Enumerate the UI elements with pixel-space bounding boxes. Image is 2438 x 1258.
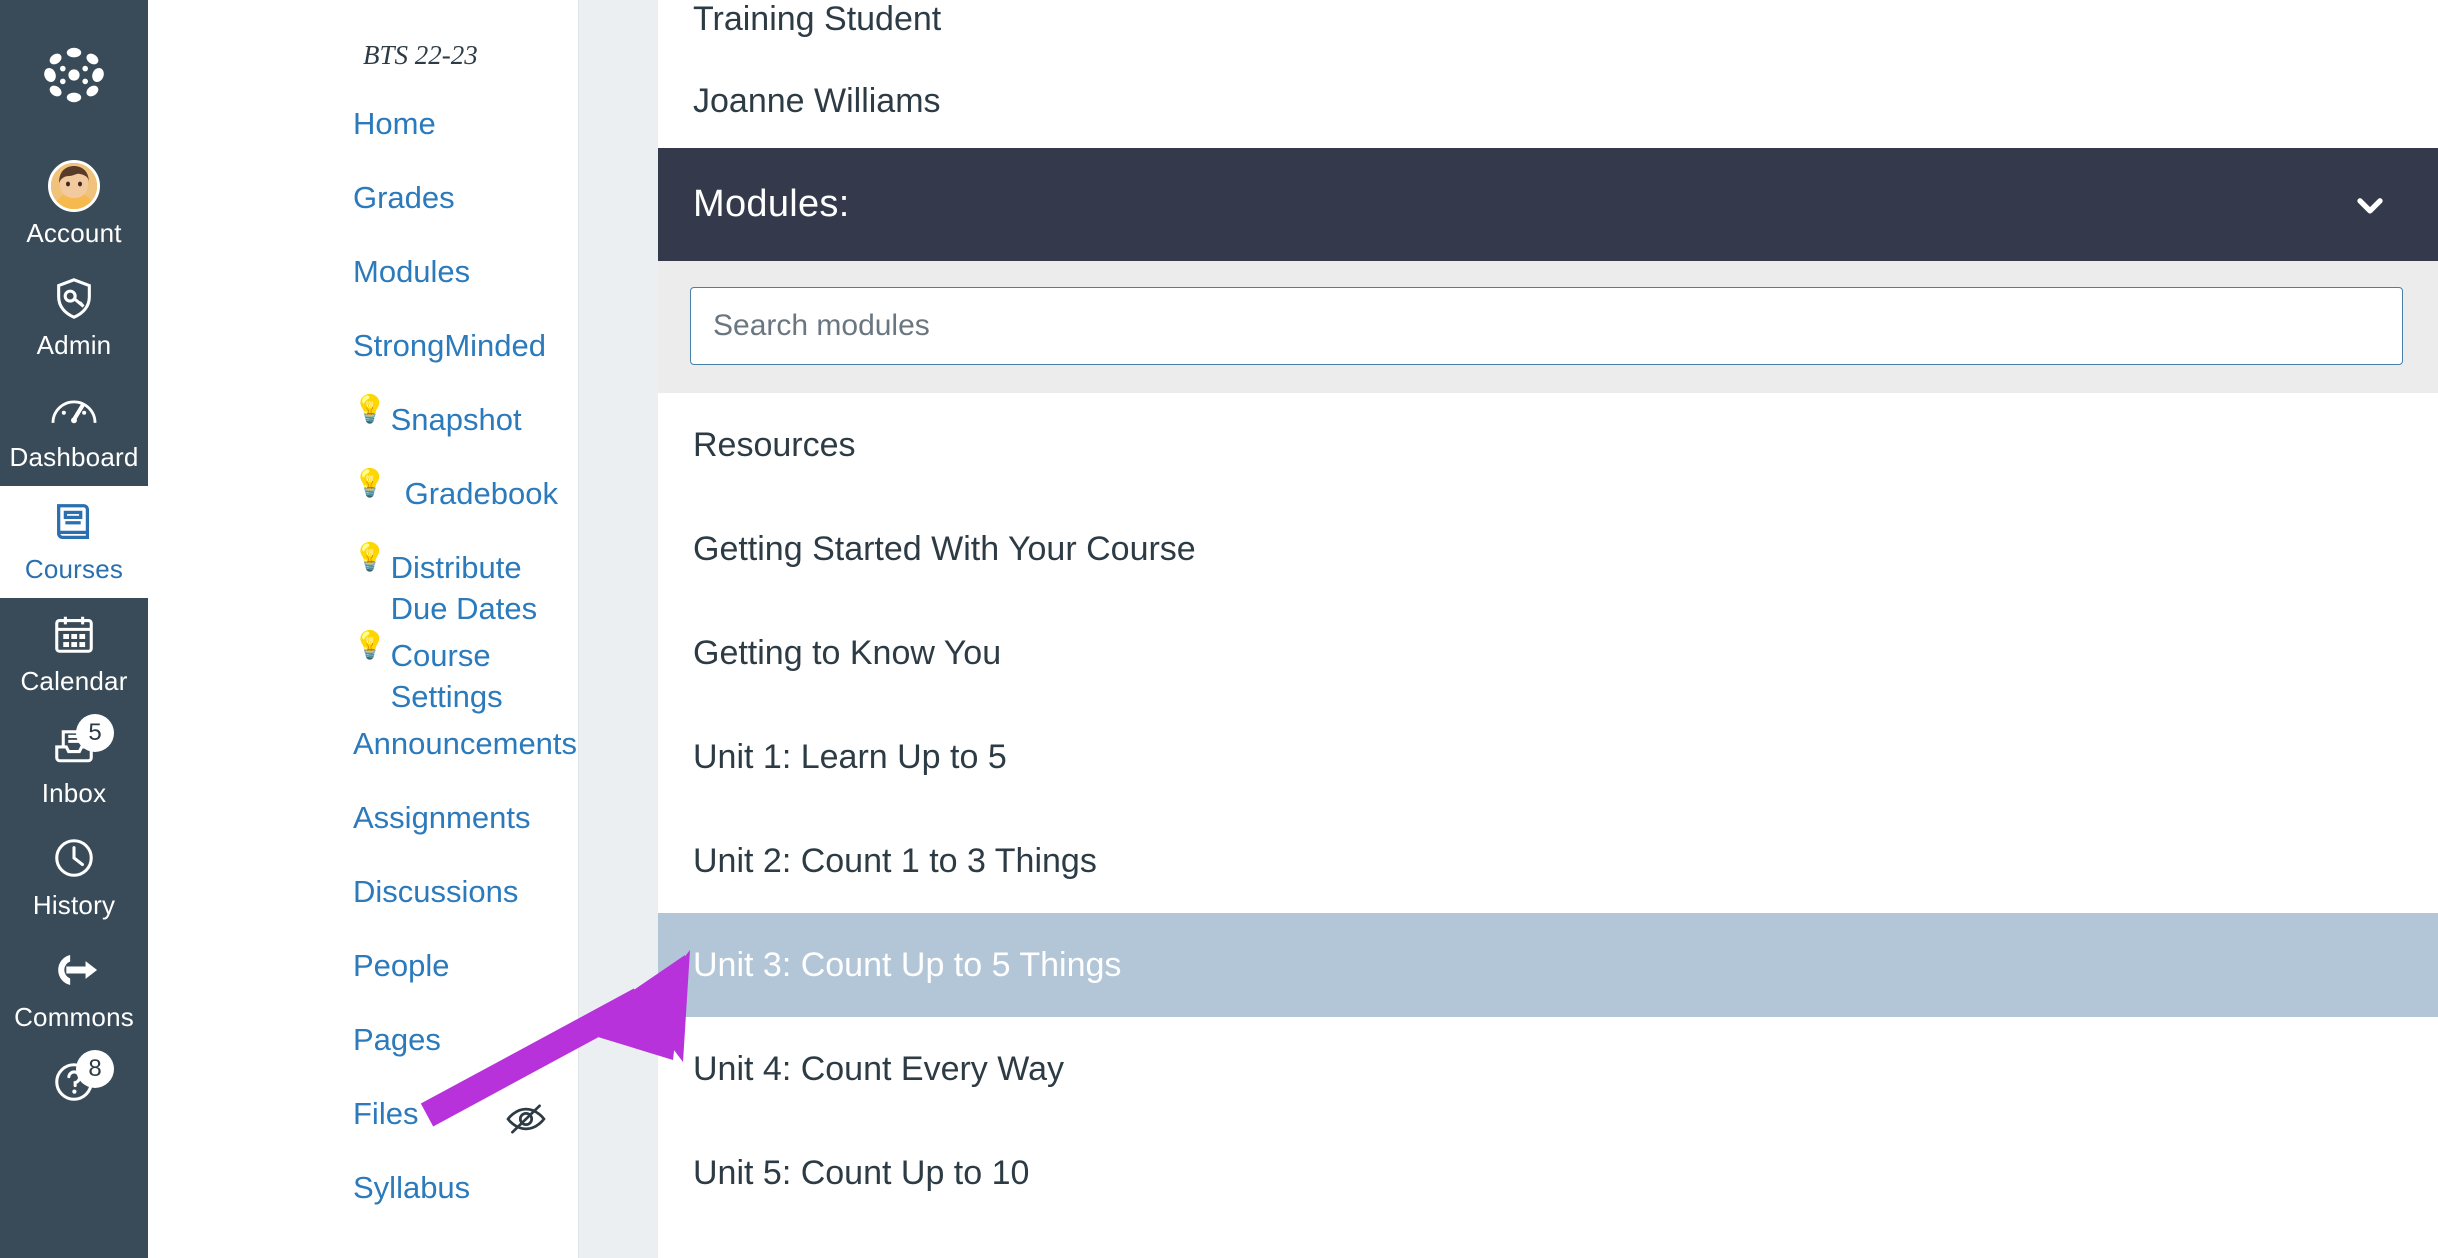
course-nav-link[interactable]: People xyxy=(353,939,548,986)
course-nav-link[interactable]: Syllabus xyxy=(353,1161,548,1208)
module-label: Getting Started With Your Course xyxy=(693,529,1196,568)
course-nav-item-gradebook[interactable]: 💡 Gradebook xyxy=(148,467,578,541)
calendar-icon xyxy=(48,608,100,660)
lightbulb-icon: 💡 xyxy=(353,542,387,572)
global-nav-item-dashboard[interactable]: Dashboard xyxy=(0,374,148,486)
course-nav-item-course-settings[interactable]: 💡 Course Settings xyxy=(148,629,578,717)
course-nav-item-discussions[interactable]: Discussions xyxy=(148,865,578,939)
module-row[interactable]: Getting Started With Your Course xyxy=(658,497,2438,601)
global-nav-label: Dashboard xyxy=(9,442,139,472)
course-nav-item-people[interactable]: People xyxy=(148,939,578,1013)
course-title: BTS 22-23 xyxy=(363,40,478,70)
course-nav-list: Home Grades Modules StrongMinded 💡 Snapshot 💡 G… xyxy=(148,97,578,1235)
course-nav-item-pages[interactable]: Pages xyxy=(148,1013,578,1087)
course-nav-link[interactable]: Pages xyxy=(353,1013,548,1060)
course-nav-link[interactable]: Announcements xyxy=(353,717,577,764)
list-item[interactable]: Training Student xyxy=(658,0,2438,55)
course-nav-link[interactable]: Snapshot xyxy=(391,393,548,440)
module-label: Resources xyxy=(693,425,856,464)
global-nav-item-admin[interactable]: Admin xyxy=(0,262,148,374)
course-nav-link[interactable]: Assignments xyxy=(353,791,548,838)
module-row[interactable]: Unit 4: Count Every Way xyxy=(658,1017,2438,1121)
global-nav-label: Account xyxy=(26,218,122,248)
course-nav-link[interactable]: Home xyxy=(353,97,548,144)
shield-key-icon xyxy=(48,272,100,324)
dashboard-gauge-icon xyxy=(48,384,100,436)
global-nav-item-account[interactable]: Account xyxy=(0,150,148,262)
course-nav-item-assignments[interactable]: Assignments xyxy=(148,791,578,865)
course-nav-link[interactable]: Modules xyxy=(353,245,548,292)
inbox-tray-icon: 5 xyxy=(48,714,114,772)
global-nav-item-calendar[interactable]: Calendar xyxy=(0,598,148,710)
course-navigation: BTS 22-23 Home Grades Modules StrongMinded 💡… xyxy=(148,0,578,1258)
course-nav-link[interactable]: Distribute Due Dates xyxy=(391,541,548,629)
canvas-lms-page: Account Admin Dashboard Courses Calendar… xyxy=(0,0,2438,1258)
module-row[interactable]: Unit 5: Count Up to 10 xyxy=(658,1121,2438,1225)
module-row[interactable]: Getting to Know You xyxy=(658,601,2438,705)
course-nav-item-snapshot[interactable]: 💡 Snapshot xyxy=(148,393,578,467)
chevron-down-icon[interactable] xyxy=(2350,185,2390,225)
course-nav-item-grades[interactable]: Grades xyxy=(148,171,578,245)
people-list: Training Student Joanne Williams xyxy=(658,0,2438,148)
module-row-selected[interactable]: Unit 3: Count Up to 5 Things xyxy=(658,913,2438,1017)
module-search-band xyxy=(658,261,2438,393)
global-nav-item-courses[interactable]: Courses xyxy=(0,486,148,598)
course-nav-link[interactable]: Gradebook xyxy=(391,467,558,514)
module-row[interactable]: Resources xyxy=(658,393,2438,497)
module-row[interactable]: Unit 2: Count 1 to 3 Things xyxy=(658,809,2438,913)
list-item[interactable]: Joanne Williams xyxy=(658,55,2438,148)
course-nav-link[interactable]: Discussions xyxy=(353,865,548,912)
module-row[interactable]: Unit 1: Learn Up to 5 xyxy=(658,705,2438,809)
lightbulb-icon: 💡 xyxy=(353,630,387,660)
modules-list: Resources Getting Started With Your Cours… xyxy=(658,393,2438,1258)
help-badge: 8 xyxy=(76,1050,114,1088)
global-nav-label: Commons xyxy=(14,1002,134,1032)
global-nav-label: Admin xyxy=(36,330,112,360)
course-nav-item-distribute-due-dates[interactable]: 💡 Distribute Due Dates xyxy=(148,541,578,629)
global-navigation: Account Admin Dashboard Courses Calendar… xyxy=(0,0,148,1258)
modules-title: Modules: xyxy=(693,183,850,225)
course-nav-item-strongminded[interactable]: StrongMinded xyxy=(148,319,578,393)
global-nav-label: Inbox xyxy=(41,778,107,808)
question-circle-icon: 8 xyxy=(48,1050,114,1108)
modules-section-header[interactable]: Modules: xyxy=(658,148,2438,261)
content-gutter xyxy=(578,0,658,1258)
global-nav-label: History xyxy=(32,890,116,920)
module-label: Unit 4: Count Every Way xyxy=(693,1049,1064,1088)
module-label: Getting to Know You xyxy=(693,633,1002,672)
global-nav-item-history[interactable]: History xyxy=(0,822,148,934)
eye-slash-icon xyxy=(504,1097,548,1141)
commons-arrow-icon xyxy=(48,944,100,996)
global-nav-item-help[interactable]: 8 Help xyxy=(0,1046,148,1122)
book-icon xyxy=(48,496,100,548)
avatar-icon xyxy=(48,160,100,212)
course-nav-link[interactable]: Course Settings xyxy=(391,629,548,717)
canvas-logo-icon[interactable] xyxy=(0,0,148,150)
course-nav-item-home[interactable]: Home xyxy=(148,97,578,171)
lightbulb-icon: 💡 xyxy=(353,394,387,424)
course-nav-link[interactable]: Files xyxy=(353,1087,490,1134)
global-nav-label: Calendar xyxy=(20,666,128,696)
module-label: Unit 3: Count Up to 5 Things xyxy=(693,945,1122,984)
course-nav-item-files[interactable]: Files xyxy=(148,1087,578,1161)
course-nav-link[interactable]: StrongMinded xyxy=(353,319,548,366)
global-nav-label: Courses xyxy=(24,554,124,584)
course-nav-item-announcements[interactable]: Announcements xyxy=(148,717,578,791)
clock-icon xyxy=(48,832,100,884)
main-content: Training Student Joanne Williams Modules… xyxy=(658,0,2438,1258)
course-nav-link[interactable]: Grades xyxy=(353,171,548,218)
module-label: Unit 5: Count Up to 10 xyxy=(693,1153,1030,1192)
search-modules-input[interactable] xyxy=(690,287,2403,365)
global-nav-item-commons[interactable]: Commons xyxy=(0,934,148,1046)
module-label: Unit 2: Count 1 to 3 Things xyxy=(693,841,1097,880)
lightbulb-icon: 💡 xyxy=(353,468,387,498)
inbox-badge: 5 xyxy=(76,714,114,752)
module-label: Unit 1: Learn Up to 5 xyxy=(693,737,1007,776)
course-nav-item-syllabus[interactable]: Syllabus xyxy=(148,1161,578,1235)
course-nav-item-modules[interactable]: Modules xyxy=(148,245,578,319)
global-nav-item-inbox[interactable]: 5 Inbox xyxy=(0,710,148,822)
